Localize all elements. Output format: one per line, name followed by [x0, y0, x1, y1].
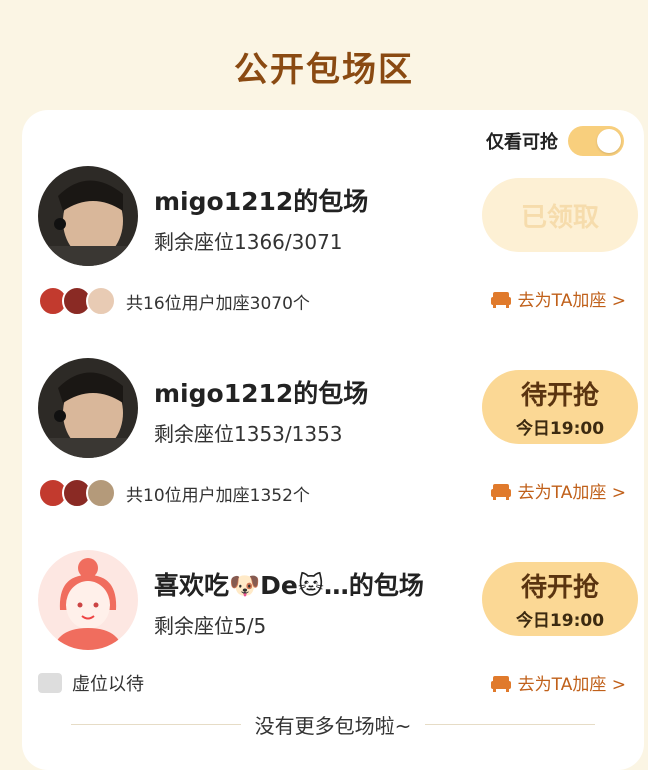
- page-title: 公开包场区: [234, 50, 414, 90]
- joined-users: 共16位用户加座3070个: [38, 286, 310, 316]
- host-avatar[interactable]: [38, 166, 138, 266]
- button-label: 待开抢: [520, 381, 599, 411]
- seat-count: 剩余座位1353/1353: [154, 422, 343, 446]
- no-more-text: 没有更多包场啦~: [254, 713, 412, 738]
- vacant-seats: 虚位以待: [38, 670, 144, 696]
- seat-count: 剩余座位5/5: [154, 614, 267, 638]
- claimed-button[interactable]: 已领取: [482, 178, 638, 252]
- joined-users: 共10位用户加座1352个: [38, 478, 310, 508]
- divider-left: [70, 723, 241, 725]
- session-list-card: 仅看可抢 migo1212的包场 剩余座位1366/3071 已领取 共16位用…: [22, 110, 644, 770]
- add-seat-label: 去为TA加座 >: [517, 291, 626, 311]
- session-name: 喜欢吃🐶De🐱…的包场: [154, 571, 424, 600]
- filter-available-only[interactable]: 仅看可抢: [486, 126, 624, 156]
- joined-users-text: 共10位用户加座1352个: [126, 485, 310, 506]
- grab-pending-button[interactable]: 待开抢 今日19:00: [482, 370, 638, 444]
- list-end-footer: 没有更多包场啦~: [22, 704, 644, 744]
- sofa-icon: [490, 291, 511, 308]
- user-avatar: [86, 478, 116, 508]
- seat-count: 剩余座位1366/3071: [154, 230, 343, 254]
- avatar-photo: [38, 358, 138, 458]
- add-seat-link[interactable]: 去为TA加座 >: [490, 670, 626, 695]
- toggle-knob: [597, 129, 621, 153]
- add-seat-label: 去为TA加座 >: [517, 675, 626, 695]
- session-item[interactable]: migo1212的包场 剩余座位1366/3071 已领取 共16位用户加座30…: [22, 166, 644, 356]
- avatar-photo: [38, 166, 138, 266]
- vacant-text: 虚位以待: [72, 674, 144, 695]
- sofa-icon: [490, 675, 511, 692]
- button-label: 待开抢: [520, 573, 599, 603]
- button-label: 已领取: [520, 202, 599, 233]
- session-item[interactable]: migo1212的包场 剩余座位1353/1353 待开抢 今日19:00 共1…: [22, 358, 644, 548]
- filter-toggle[interactable]: [568, 126, 624, 156]
- add-seat-link[interactable]: 去为TA加座 >: [490, 478, 626, 503]
- add-seat-label: 去为TA加座 >: [517, 483, 626, 503]
- filter-label: 仅看可抢: [486, 132, 558, 153]
- divider-right: [425, 723, 596, 725]
- grab-pending-button[interactable]: 待开抢 今日19:00: [482, 562, 638, 636]
- user-avatar: [86, 286, 116, 316]
- seat-icon: [38, 673, 62, 693]
- joined-users-text: 共16位用户加座3070个: [126, 293, 310, 314]
- default-avatar: [38, 550, 138, 650]
- sofa-icon: [490, 483, 511, 500]
- button-time: 今日19:00: [515, 611, 605, 631]
- session-name: migo1212的包场: [154, 187, 369, 216]
- button-time: 今日19:00: [515, 419, 605, 439]
- host-avatar[interactable]: [38, 550, 138, 650]
- add-seat-link[interactable]: 去为TA加座 >: [490, 286, 626, 311]
- session-name: migo1212的包场: [154, 379, 369, 408]
- host-avatar[interactable]: [38, 358, 138, 458]
